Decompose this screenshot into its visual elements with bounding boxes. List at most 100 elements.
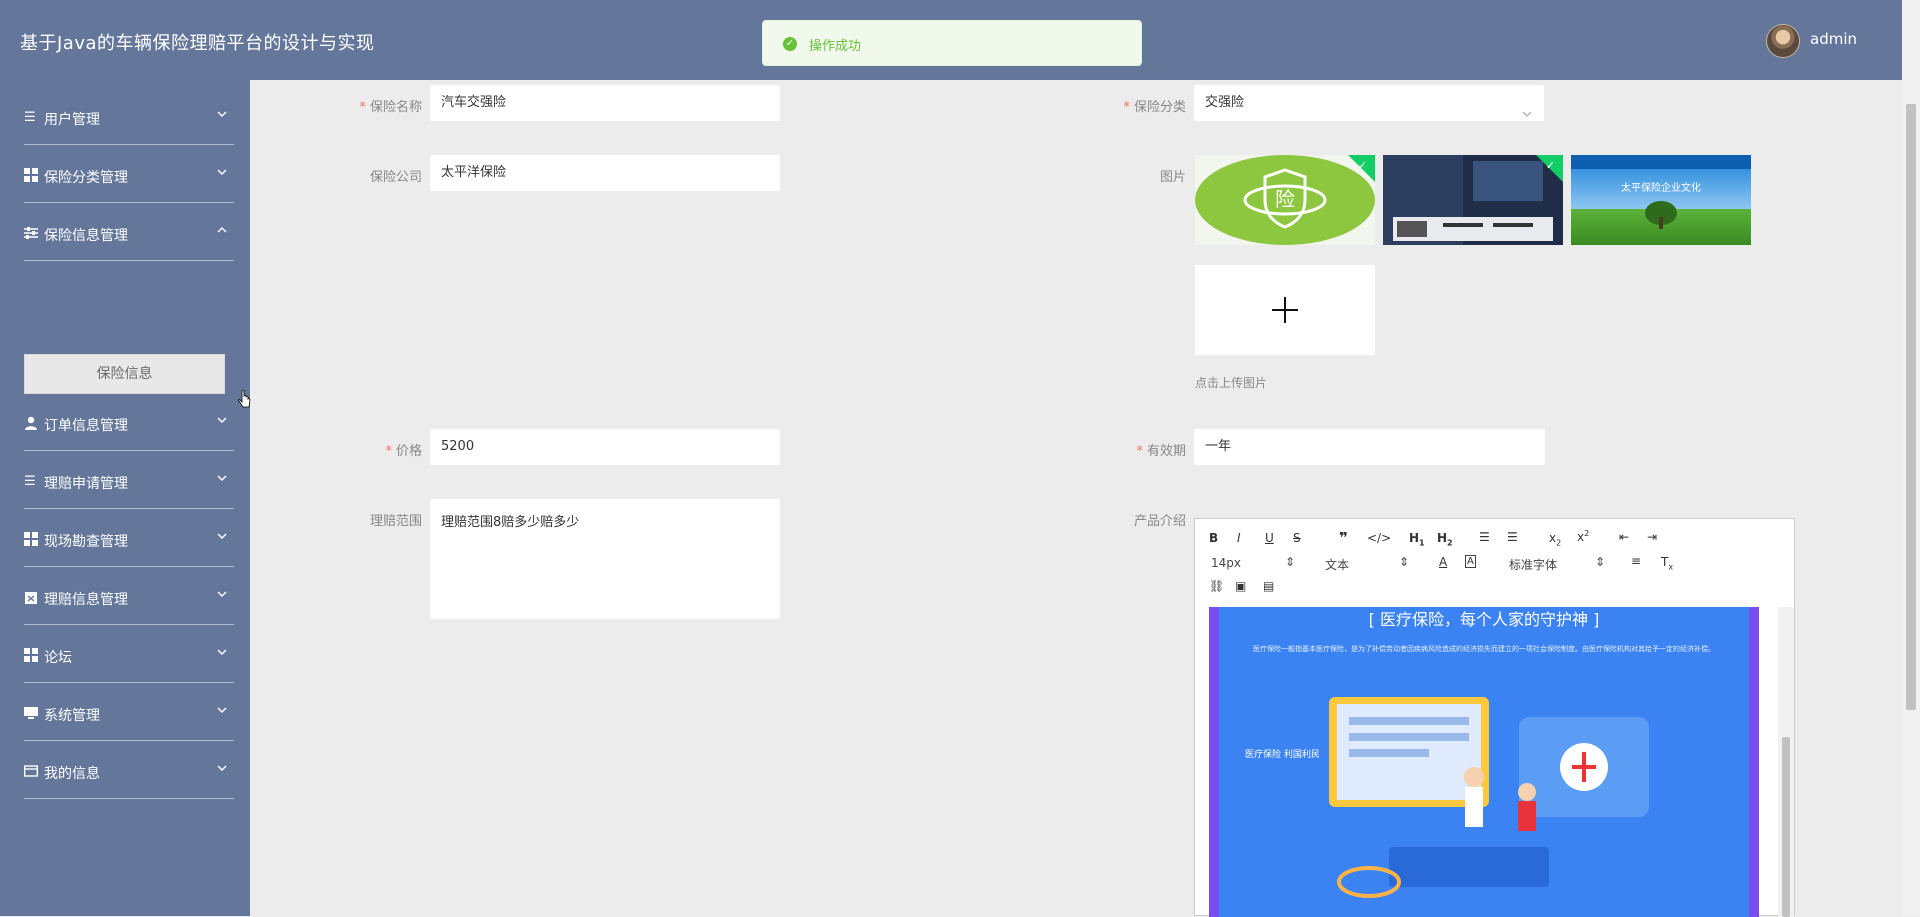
avatar[interactable] <box>1766 24 1800 58</box>
bullet-list-icon[interactable]: ☰ <box>1507 530 1518 544</box>
sidebar-item-label: 保险分类管理 <box>44 170 128 186</box>
indent-icon[interactable]: ⇥ <box>1647 530 1657 544</box>
menu-divider <box>24 144 234 145</box>
h2-button[interactable]: H2 <box>1437 531 1453 547</box>
menu-divider <box>24 798 234 799</box>
sidebar-item-label: 现场勘查管理 <box>44 534 128 550</box>
selected-value: 交强险 <box>1205 95 1245 110</box>
list-icon: ☰ <box>24 110 36 125</box>
h1-button[interactable]: H1 <box>1409 531 1425 547</box>
grid-icon <box>24 532 39 547</box>
image-upload-button[interactable] <box>1195 265 1375 355</box>
chevron-updown-icon: ⇕ <box>1285 555 1296 569</box>
check-icon: ✓ <box>1357 159 1367 172</box>
images-label: 图片 <box>1159 170 1186 185</box>
chevron-down-icon <box>216 166 228 178</box>
claim-scope-textarea[interactable]: 理赔范围8赔多少赔多少 <box>430 499 780 619</box>
grid-icon <box>24 648 39 663</box>
font-color-icon[interactable]: A <box>1439 555 1447 569</box>
clear-format-icon[interactable]: Tx <box>1661 555 1673 571</box>
superscript-button[interactable]: x2 <box>1577 529 1589 544</box>
banner-title: [ 医疗保险，每个人家的守护神 ] <box>1369 610 1600 629</box>
menu-divider <box>24 566 234 567</box>
sidebar-item-insurance-category[interactable]: 保险分类管理 <box>0 148 250 204</box>
plus-icon <box>1272 297 1298 323</box>
product-intro-label: 产品介绍 <box>1133 514 1186 529</box>
username[interactable]: admin <box>1810 30 1857 48</box>
sidebar-item-label: 理赔信息管理 <box>44 592 128 608</box>
menu-divider <box>24 202 234 203</box>
chevron-down-icon <box>216 588 228 600</box>
sidebar-item-my-info[interactable]: 我的信息 <box>0 744 250 800</box>
blockquote-icon[interactable]: ❞ <box>1339 529 1348 547</box>
chevron-updown-icon: ⇕ <box>1595 555 1606 569</box>
price-input[interactable]: 5200 <box>430 429 780 465</box>
sidebar-item-label: 我的信息 <box>44 766 100 782</box>
block-type-select[interactable]: 文本 <box>1325 556 1349 573</box>
monitor-icon <box>24 706 39 721</box>
image-thumbnail[interactable]: ✓ <box>1383 155 1563 245</box>
outdent-icon[interactable]: ⇤ <box>1619 530 1629 544</box>
font-family-select[interactable]: 标准字体 <box>1509 556 1557 573</box>
thumb-text: 太平保险企业文化 <box>1621 181 1701 194</box>
menu-divider <box>24 508 234 509</box>
menu-divider <box>24 260 234 261</box>
scrollbar-thumb[interactable] <box>1782 737 1790 917</box>
rich-text-editor[interactable]: B I U S ❞ </> H1 H2 ☰ ☰ x2 x2 ⇤ ⇥ 14px ⇕… <box>1194 518 1795 917</box>
validity-label: * 有效期 <box>1136 444 1186 459</box>
italic-button[interactable]: I <box>1237 531 1241 545</box>
card-icon <box>23 764 39 779</box>
menu-divider <box>24 740 234 741</box>
image-icon[interactable]: ▣ <box>1235 579 1246 593</box>
user-icon <box>24 416 39 431</box>
sidebar-item-label: 系统管理 <box>44 708 100 724</box>
chevron-updown-icon: ⇕ <box>1399 555 1410 569</box>
claim-scope-label: 理赔范围 <box>369 514 422 529</box>
sidebar-item-orders[interactable]: 订单信息管理 <box>0 396 250 452</box>
sidebar-item-label: 理赔申请管理 <box>44 476 128 492</box>
insurance-category-select[interactable]: 交强险 <box>1194 85 1544 121</box>
insurance-company-input[interactable]: 太平洋保险 <box>430 155 780 191</box>
menu-divider <box>24 450 234 451</box>
page-scrollbar[interactable] <box>1902 0 1920 916</box>
insurance-name-input[interactable]: 汽车交强险 <box>430 85 780 121</box>
align-icon[interactable]: ≡ <box>1631 554 1641 568</box>
sidebar-item-users[interactable]: ☰ 用户管理 <box>0 90 250 146</box>
sidebar-item-system[interactable]: 系统管理 <box>0 686 250 742</box>
sidebar-item-claim-applications[interactable]: ☰ 理赔申请管理 <box>0 454 250 510</box>
code-block-icon[interactable]: </> <box>1367 531 1391 545</box>
ordered-list-icon[interactable]: ☰ <box>1479 530 1490 544</box>
chevron-down-icon <box>216 704 228 716</box>
insurance-name-label: * 保险名称 <box>359 100 422 115</box>
sidebar-item-site-survey[interactable]: 现场勘查管理 <box>0 512 250 568</box>
font-size-select[interactable]: 14px <box>1211 556 1241 570</box>
underline-button[interactable]: U <box>1265 531 1274 545</box>
insurance-company-label: 保险公司 <box>369 170 422 185</box>
hand-cursor-icon <box>238 390 251 408</box>
sidebar-item-label: 保险信息管理 <box>44 228 128 244</box>
link-icon[interactable]: ⛓ <box>1209 579 1224 593</box>
sidebar-item-claim-info[interactable]: 理赔信息管理 <box>0 570 250 626</box>
scrollbar-thumb[interactable] <box>1906 104 1916 710</box>
sidebar-item-insurance-info[interactable]: 保险信息管理 <box>0 206 250 262</box>
side-text: 医疗保险 利国利民 <box>1245 748 1320 760</box>
clipboard-icon <box>24 590 39 605</box>
editor-scrollbar[interactable] <box>1778 607 1794 917</box>
background-color-icon[interactable]: A <box>1465 555 1476 568</box>
bold-button[interactable]: B <box>1209 531 1218 545</box>
menu-divider <box>24 624 234 625</box>
video-icon[interactable]: ▤ <box>1263 579 1274 593</box>
image-thumbnail[interactable]: 险 ✓ <box>1195 155 1375 245</box>
validity-input[interactable]: 一年 <box>1194 429 1545 465</box>
success-toast: ✓ 操作成功 <box>762 20 1142 66</box>
grid-icon <box>24 168 39 183</box>
sidebar-subitem-insurance-info[interactable]: 保险信息 <box>24 354 225 394</box>
sidebar-item-forum[interactable]: 论坛 <box>0 628 250 684</box>
subscript-button[interactable]: x2 <box>1549 531 1561 547</box>
insurance-category-label: * 保险分类 <box>1123 100 1186 115</box>
app-title: 基于Java的车辆保险理赔平台的设计与实现 <box>20 33 375 54</box>
strike-button[interactable]: S <box>1293 531 1301 545</box>
chevron-down-icon <box>216 762 228 774</box>
sidebar-item-label: 用户管理 <box>44 112 100 128</box>
image-thumbnail[interactable]: 太平保险企业文化 <box>1571 155 1751 245</box>
